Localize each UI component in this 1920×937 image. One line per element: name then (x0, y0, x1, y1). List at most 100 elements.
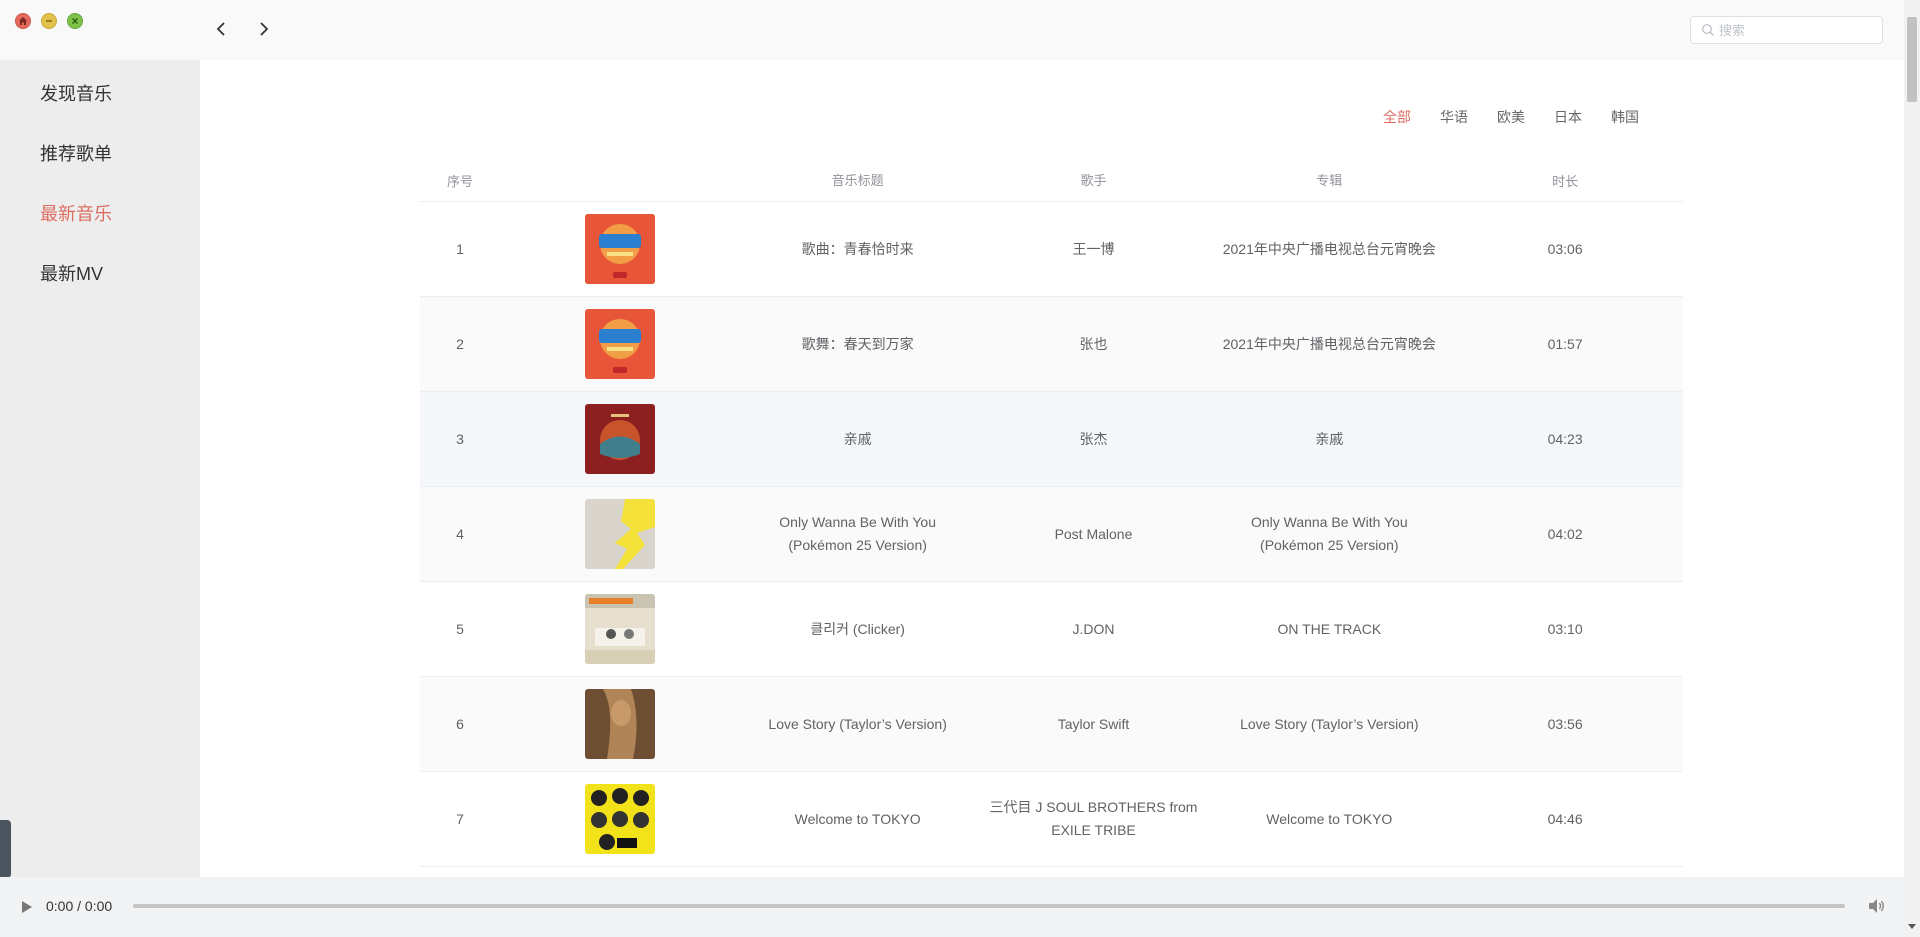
song-title[interactable]: Love Story (Taylor’s Version) (740, 713, 976, 736)
header-index: 序号 (446, 174, 473, 189)
tab-all[interactable]: 全部 (1383, 107, 1411, 127)
album-cover[interactable] (584, 404, 655, 474)
row-index: 2 (456, 336, 464, 352)
song-album[interactable]: ON THE TRACK (1211, 618, 1447, 641)
main-content: 全部 华语 欧美 日本 韩国 序号 音乐标题 歌手 专辑 时长 1 歌曲：青春恰… (200, 60, 1904, 877)
album-cover[interactable] (584, 214, 655, 284)
sidebar: 发现音乐 推荐歌单 最新音乐 最新MV (0, 60, 200, 878)
volume-icon (1869, 899, 1884, 913)
song-title[interactable]: 歌曲：青春恰时来 (740, 238, 976, 261)
tab-korea[interactable]: 韩国 (1611, 107, 1639, 127)
scrollbar-thumb[interactable] (1907, 17, 1917, 102)
search-input[interactable] (1719, 18, 1879, 42)
song-artist[interactable]: 三代目 J SOUL BROTHERS from EXILE TRIBE (976, 796, 1212, 842)
song-album[interactable]: Welcome to TOKYO (1211, 808, 1447, 831)
chevron-right-icon (260, 22, 269, 36)
album-cover-art (584, 689, 655, 759)
scroll-down-arrow-icon[interactable] (1908, 922, 1916, 930)
album-cover-art (584, 594, 655, 664)
audio-player: 0:00 / 0:00 (0, 877, 1904, 937)
song-duration: 03:10 (1547, 621, 1583, 637)
row-index: 4 (456, 526, 464, 542)
song-artist[interactable]: 张杰 (976, 428, 1212, 451)
album-cover[interactable] (584, 594, 655, 664)
row-index: 1 (456, 241, 464, 257)
row-index: 5 (456, 621, 464, 637)
song-duration: 03:06 (1547, 241, 1583, 257)
album-cover[interactable] (584, 784, 655, 854)
song-album[interactable]: 2021年中央广播电视总台元宵晚会 (1211, 333, 1447, 356)
row-index: 6 (456, 716, 464, 732)
album-cover-art (584, 214, 655, 284)
close-icon (72, 18, 78, 24)
table-row[interactable]: 5 클리커 (Clicker) J.DON ON THE TRACK 03:10 (420, 582, 1683, 677)
song-duration: 01:57 (1547, 336, 1583, 352)
table-row[interactable]: 1 歌曲：青春恰时来 王一博 2021年中央广播电视总台元宵晚会 03:06 (420, 202, 1683, 297)
progress-slider[interactable] (133, 904, 1845, 908)
chevron-left-icon (216, 22, 225, 36)
song-album[interactable]: Only Wanna Be With You (Pokémon 25 Versi… (1211, 511, 1447, 557)
song-album[interactable]: 亲戚 (1211, 428, 1447, 451)
album-cover-art (584, 784, 655, 854)
minus-icon (46, 20, 52, 22)
search-box[interactable] (1690, 16, 1883, 44)
song-title[interactable]: 클리커 (Clicker) (740, 618, 976, 641)
album-cover[interactable] (584, 499, 655, 569)
song-title[interactable]: 歌舞：春天到万家 (740, 333, 976, 356)
page-scrollbar[interactable] (1904, 0, 1920, 937)
table-row[interactable]: 2 歌舞：春天到万家 张也 2021年中央广播电视总台元宵晚会 01:57 (420, 297, 1683, 392)
close-window-button[interactable] (15, 13, 31, 29)
header-album: 专辑 (1316, 173, 1343, 188)
table-row[interactable]: 6 Love Story (Taylor’s Version) Taylor S… (420, 677, 1683, 772)
sidebar-item-latest-music[interactable]: 最新音乐 (40, 200, 112, 226)
song-artist[interactable]: 王一博 (976, 238, 1212, 261)
forward-button[interactable] (252, 17, 276, 41)
song-title[interactable]: 亲戚 (740, 428, 976, 451)
search-icon (1701, 23, 1715, 37)
album-cover[interactable] (584, 689, 655, 759)
tab-japan[interactable]: 日本 (1554, 107, 1582, 127)
song-title[interactable]: Welcome to TOKYO (740, 808, 976, 831)
music-table: 序号 音乐标题 歌手 专辑 时长 1 歌曲：青春恰时来 王一博 2021年中央广… (420, 160, 1683, 867)
volume-button[interactable] (1866, 896, 1886, 916)
song-album[interactable]: Love Story (Taylor’s Version) (1211, 713, 1447, 736)
album-cover-art (584, 404, 655, 474)
side-widget-handle[interactable] (0, 820, 11, 878)
header-duration: 时长 (1552, 174, 1579, 189)
table-row[interactable]: 3 亲戚 张杰 亲戚 04:23 (420, 392, 1683, 487)
album-cover[interactable] (584, 309, 655, 379)
maximize-window-button[interactable] (67, 13, 83, 29)
playback-time: 0:00 / 0:00 (46, 898, 113, 914)
tab-chinese[interactable]: 华语 (1440, 107, 1468, 127)
row-index: 3 (456, 431, 464, 447)
sidebar-item-latest-mv[interactable]: 最新MV (40, 260, 103, 286)
tab-western[interactable]: 欧美 (1497, 107, 1525, 127)
album-cover-art (584, 309, 655, 379)
song-album[interactable]: 2021年中央广播电视总台元宵晚会 (1211, 238, 1447, 261)
album-cover-art (584, 499, 655, 569)
sidebar-item-discover-music[interactable]: 发现音乐 (40, 80, 112, 106)
sidebar-item-recommended-playlists[interactable]: 推荐歌单 (40, 140, 112, 166)
region-tabs: 全部 华语 欧美 日本 韩国 (1383, 107, 1668, 127)
song-artist[interactable]: J.DON (976, 618, 1212, 641)
header-artist: 歌手 (1080, 173, 1107, 188)
back-button[interactable] (209, 17, 233, 41)
header-title: 音乐标题 (831, 173, 884, 188)
table-header: 序号 音乐标题 歌手 专辑 时长 (420, 160, 1683, 202)
play-icon (22, 901, 32, 913)
song-duration: 04:23 (1547, 431, 1583, 447)
row-index: 7 (456, 811, 464, 827)
song-artist[interactable]: Post Malone (976, 523, 1212, 546)
home-icon (19, 17, 27, 25)
song-duration: 04:02 (1547, 526, 1583, 542)
table-row[interactable]: 7 Welcome to TOKYO 三代目 J SOUL BROTHERS f… (420, 772, 1683, 867)
song-artist[interactable]: Taylor Swift (976, 713, 1212, 736)
song-duration: 03:56 (1547, 716, 1583, 732)
song-title[interactable]: Only Wanna Be With You (Pokémon 25 Versi… (740, 511, 976, 557)
song-duration: 04:46 (1547, 811, 1583, 827)
play-button[interactable] (20, 899, 34, 915)
table-row[interactable]: 4 Only Wanna Be With You (Pokémon 25 Ver… (420, 487, 1683, 582)
song-artist[interactable]: 张也 (976, 333, 1212, 356)
minimize-window-button[interactable] (41, 13, 57, 29)
title-bar (0, 0, 1904, 60)
